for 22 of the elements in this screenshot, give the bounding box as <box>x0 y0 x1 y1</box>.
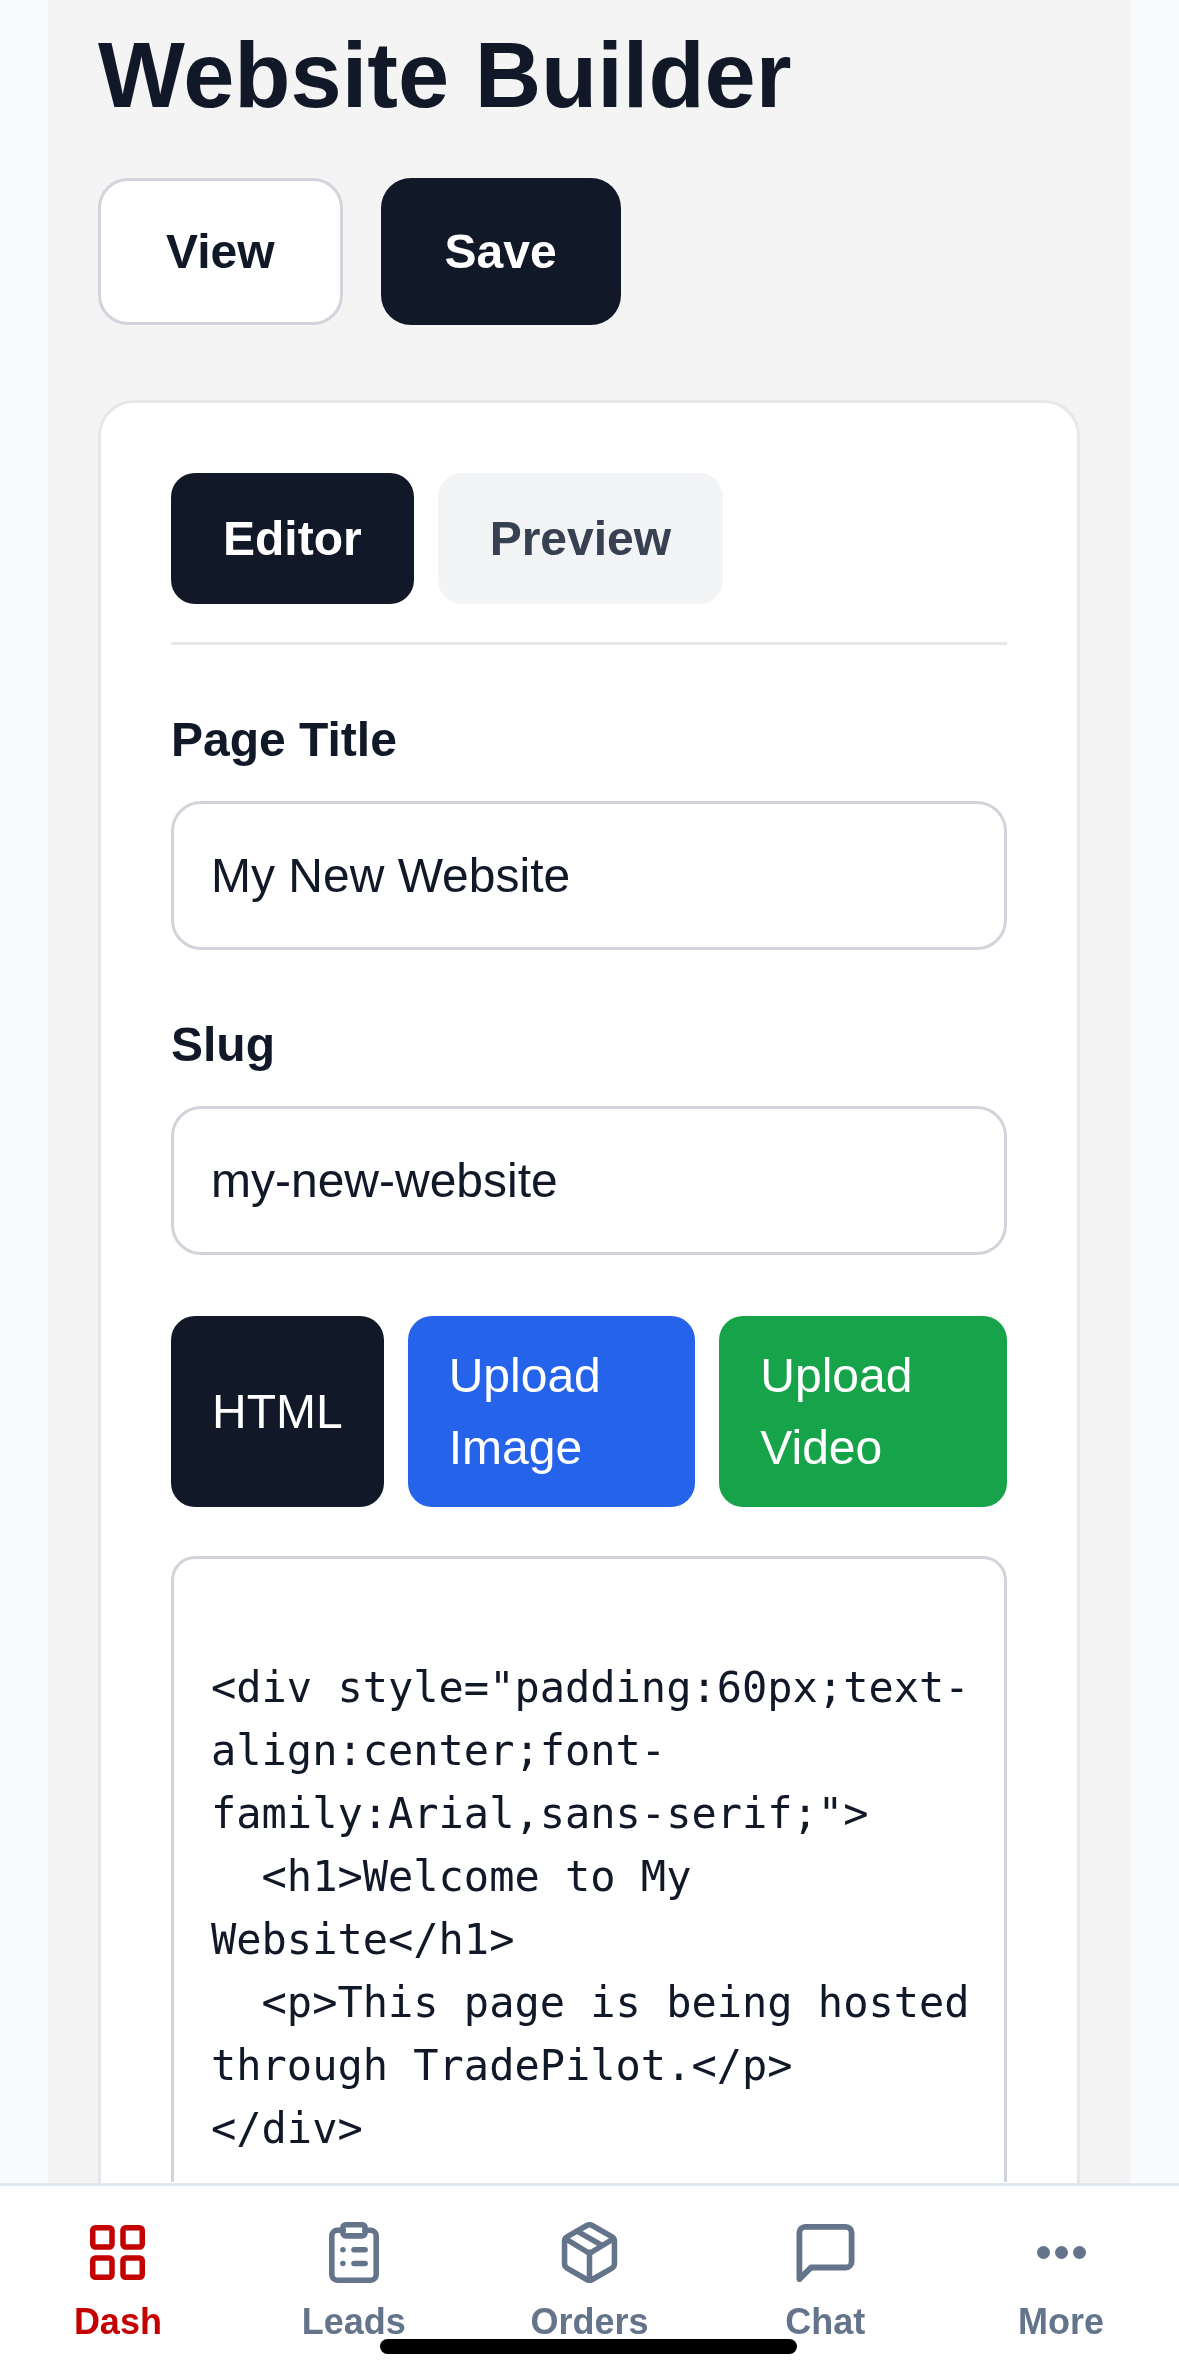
save-button[interactable]: Save <box>380 178 621 326</box>
html-button[interactable]: HTML <box>171 1316 384 1508</box>
more-dots-icon <box>1036 2246 1086 2259</box>
nav-tab[interactable]: Leads <box>235 2186 472 2379</box>
nav-tab[interactable]: Orders <box>471 2186 708 2379</box>
nav-tab[interactable]: Chat <box>707 2186 944 2379</box>
box-icon <box>561 2222 618 2283</box>
editor-tab[interactable]: Editor <box>171 473 414 605</box>
clipboard-list-icon <box>328 2222 379 2283</box>
grid-icon <box>90 2225 146 2280</box>
upload-image-button[interactable]: Upload Image <box>407 1316 696 1508</box>
text-field[interactable]: My New Website <box>171 801 1007 951</box>
nav-tab[interactable]: More <box>943 2186 1179 2379</box>
nav-tab[interactable]: Dash <box>0 2186 236 2379</box>
page-title: Website Builder <box>98 23 792 128</box>
field-label: Page Title <box>171 712 397 769</box>
chat-bubble-icon <box>794 2223 856 2282</box>
field-label: Slug <box>171 1017 275 1074</box>
view-button[interactable]: View <box>98 178 343 326</box>
editor-tab[interactable]: Preview <box>437 473 724 605</box>
text-field[interactable]: my-new-website <box>171 1106 1007 1256</box>
html-code-editor[interactable]: <div style="padding:60px;text-align:center;font-family:Arial,sans-serif;"> <h1>Welcome to My Website</h1> <p>This page is being hosted through TradePilot.</p> </div> <box>171 1556 1007 2183</box>
